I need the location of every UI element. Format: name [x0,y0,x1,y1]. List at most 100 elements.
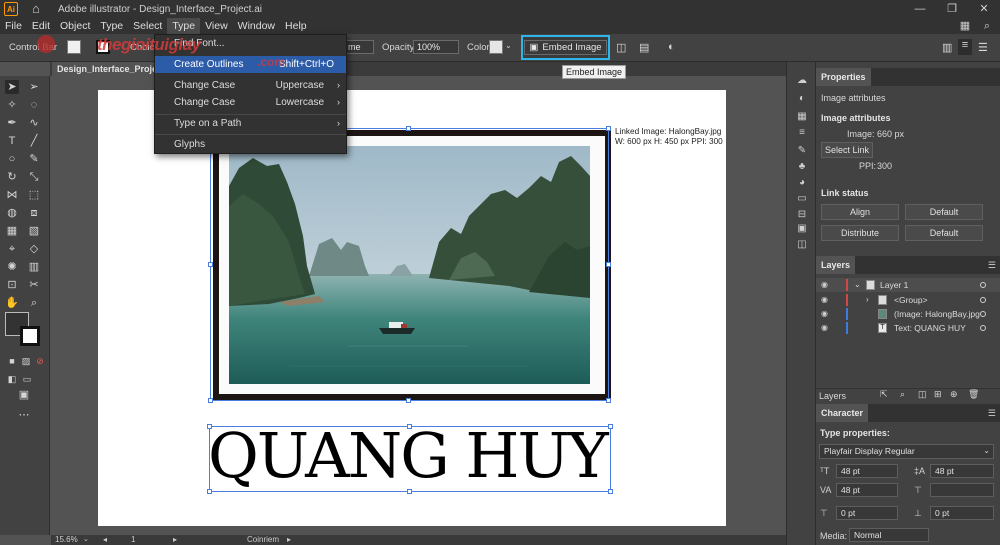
menu-type[interactable]: Type [95,18,128,34]
blend-tool-icon[interactable]: ◇ [27,242,41,256]
menu-change-case-upper[interactable]: Change Case Uppercase › [155,77,346,94]
resize-handle[interactable] [608,424,613,429]
menu-glyphs[interactable]: Glyphs [155,136,346,153]
layer-row[interactable]: ◉ (Image: HalongBay.jpg [816,307,1000,321]
libraries-icon[interactable]: ☁ [795,74,809,88]
graph-tool-icon[interactable]: ▥ [27,260,41,274]
ellipse-tool-icon[interactable]: ○ [5,152,19,166]
target-circle-icon[interactable] [980,297,986,303]
next-artboard-icon[interactable]: ▸ [173,535,177,545]
layer-row[interactable]: ◉ › <Group> [816,293,1000,307]
fill-swatch[interactable] [67,40,81,54]
menu-icon[interactable]: ☰ [978,41,988,54]
new-sublayer-icon[interactable]: ⊞ [934,389,942,400]
scale-tool-icon[interactable]: ⤡ [27,170,41,184]
visibility-eye-icon[interactable]: ◉ [821,293,828,307]
artboard-number[interactable]: 1 [131,535,135,545]
symbol-sprayer-tool-icon[interactable]: ✺ [5,260,19,274]
vertical-scale-field[interactable] [930,483,994,497]
arrange-icon[interactable]: ▦ [958,20,972,32]
draw-mode-icon[interactable]: ◧ [5,372,19,386]
tracking-field[interactable]: 0 pt [836,506,898,520]
artboard-tool-icon[interactable]: ⊡ [5,278,19,292]
resize-handle[interactable] [407,424,412,429]
layer-row[interactable]: ◉ ⌄ Layer 1 [816,278,1000,292]
status-arrow-icon[interactable]: ▸ [287,535,291,545]
resize-handle[interactable] [606,398,611,403]
direct-selection-tool-icon[interactable]: ➢ [27,80,41,94]
leading-field[interactable]: 48 pt [930,464,994,478]
tab-properties[interactable]: Properties [816,68,871,86]
eyedropper-tool-icon[interactable]: ⌖ [5,242,19,256]
blend-mode-select[interactable]: me [344,40,374,54]
width-tool-icon[interactable]: ⋈ [5,188,19,202]
select-link-button[interactable]: Select Link [821,142,873,158]
selection-tool-icon[interactable]: ➤ [5,80,19,94]
distribute-button[interactable]: Distribute [821,225,899,241]
appearance-icon[interactable]: ▭ [795,192,809,206]
chevron-right-icon[interactable]: › [866,293,869,307]
none-mode-icon[interactable]: ⊘ [33,354,47,368]
menu-file[interactable]: File [0,18,27,34]
target-circle-icon[interactable] [980,311,986,317]
resize-handle[interactable] [406,126,411,131]
search-icon[interactable]: ⌕ [980,20,994,32]
screen-mode-icon[interactable]: ▭ [20,372,34,386]
stroke-swatch[interactable] [96,40,110,54]
graphic-styles-icon[interactable]: ◕ [795,176,809,190]
menu-select[interactable]: Select [128,18,167,34]
menu-window[interactable]: Window [233,18,280,34]
target-circle-icon[interactable] [980,325,986,331]
align-icon[interactable]: ▥ [942,41,952,54]
menu-find-font[interactable]: Find Font... [155,35,346,52]
free-transform-tool-icon[interactable]: ⬚ [27,188,41,202]
font-family-select[interactable]: Playfair Display Regular [819,444,994,459]
lasso-tool-icon[interactable]: ◌ [27,98,41,112]
line-tool-icon[interactable]: ╱ [27,134,41,148]
color-swatch[interactable] [489,40,503,54]
visibility-eye-icon[interactable]: ◉ [821,278,828,292]
resize-handle[interactable] [207,489,212,494]
chevron-down-icon[interactable]: ⌄ [505,41,512,50]
rotate-tool-icon[interactable]: ↻ [5,170,19,184]
prev-artboard-icon[interactable]: ◂ [103,535,107,545]
magic-wand-tool-icon[interactable]: ✧ [5,98,19,112]
menu-change-case-lower[interactable]: Change Case Lowercase › [155,94,346,111]
panel-menu-icon[interactable]: ☰ [988,408,996,419]
menu-view[interactable]: View [200,18,233,34]
resize-handle[interactable] [606,262,611,267]
home-icon[interactable]: ⌂ [32,2,46,16]
slice-tool-icon[interactable]: ✂ [27,278,41,292]
zoom-tool-icon[interactable]: ⌕ [27,296,41,310]
chevron-down-icon[interactable]: ⌄ [983,446,990,455]
menu-help[interactable]: Help [280,18,312,34]
shape-builder-tool-icon[interactable]: ◍ [5,206,19,220]
swatches-icon[interactable]: ▦ [795,110,809,124]
media-select[interactable]: Normal [849,528,929,542]
resize-handle[interactable] [406,398,411,403]
minimize-icon[interactable]: — [904,0,936,18]
more-tools-icon[interactable]: ⋯ [17,408,31,422]
delete-icon[interactable]: 🗑 [968,389,979,400]
brushes-icon[interactable]: ✎ [795,144,809,158]
color-mode-icon[interactable]: ■ [5,354,19,368]
tab-layers[interactable]: Layers [816,256,856,274]
pathfinder-icon[interactable]: ◫ [795,238,809,252]
resize-handle[interactable] [208,398,213,403]
image-trace-icon[interactable]: ▤ [639,41,649,54]
color-guide-icon[interactable]: ◐ [795,92,809,106]
curvature-tool-icon[interactable]: ∿ [27,116,41,130]
menu-type-on-path[interactable]: Type on a Path › [155,115,346,132]
baseline-shift-field[interactable]: 0 pt [930,506,994,520]
opacity-field[interactable]: 100% [413,40,459,54]
close-icon[interactable]: ✕ [968,0,1000,18]
transform-icon[interactable]: ≡ [958,39,972,55]
perspective-grid-tool-icon[interactable]: ⧈ [27,206,41,220]
chevron-down-icon[interactable]: ⌄ [854,278,861,292]
resize-handle[interactable] [606,126,611,131]
chevron-down-icon[interactable]: ⌄ [83,535,89,545]
tab-character[interactable]: Character [816,404,869,422]
embed-image-button[interactable]: ▣ Embed Image [521,35,610,60]
menu-type-open[interactable]: Type [167,18,201,34]
visibility-eye-icon[interactable]: ◉ [821,307,828,321]
